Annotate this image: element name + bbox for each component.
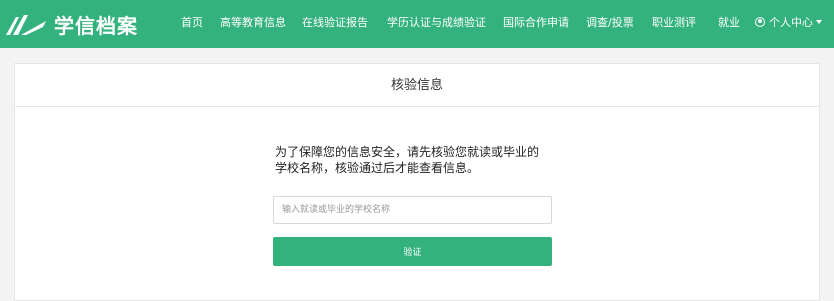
verification-panel: 核验信息 为了保障您的信息安全，请先核验您就读或毕业的 学校名称，核验通过后才能… [14, 63, 820, 301]
user-circle-icon [755, 17, 765, 27]
nav-item-home[interactable]: 首页 [181, 16, 203, 30]
prompt-line-1: 为了保障您的信息安全，请先核验您就读或毕业的 [275, 145, 540, 159]
nav-item-degree-certification[interactable]: 学历认证与成绩验证 [387, 16, 486, 30]
verification-prompt: 为了保障您的信息安全，请先核验您就读或毕业的 学校名称，核验通过后才能查看信息。 [275, 144, 575, 176]
nav-item-employment[interactable]: 就业 [718, 16, 740, 30]
school-name-input[interactable] [273, 196, 552, 224]
brand-logo[interactable]: 学信档案 [6, 9, 138, 39]
user-center-label: 个人中心 [769, 16, 813, 29]
main-nav: 首页 高等教育信息 在线验证报告 学历认证与成绩验证 国际合作申请 调查/投票 … [181, 0, 834, 48]
prompt-line-2: 学校名称，核验通过后才能查看信息。 [275, 161, 480, 175]
user-center-menu[interactable]: 个人中心 [755, 16, 822, 30]
nav-item-online-verification-report[interactable]: 在线验证报告 [302, 16, 368, 30]
nav-item-survey-vote[interactable]: 调查/投票 [586, 16, 634, 30]
panel-title: 核验信息 [15, 64, 819, 107]
top-navigation-bar: 学信档案 首页 高等教育信息 在线验证报告 学历认证与成绩验证 国际合作申请 调… [0, 0, 834, 48]
brand-name: 学信档案 [54, 13, 138, 38]
nav-item-career-assessment[interactable]: 职业测评 [652, 16, 696, 30]
verify-button[interactable]: 验证 [273, 237, 552, 266]
nav-item-higher-education[interactable]: 高等教育信息 [220, 16, 286, 30]
caret-down-icon [816, 20, 822, 24]
xuexin-logo-icon [6, 15, 46, 35]
nav-item-international-cooperation[interactable]: 国际合作申请 [503, 16, 569, 30]
